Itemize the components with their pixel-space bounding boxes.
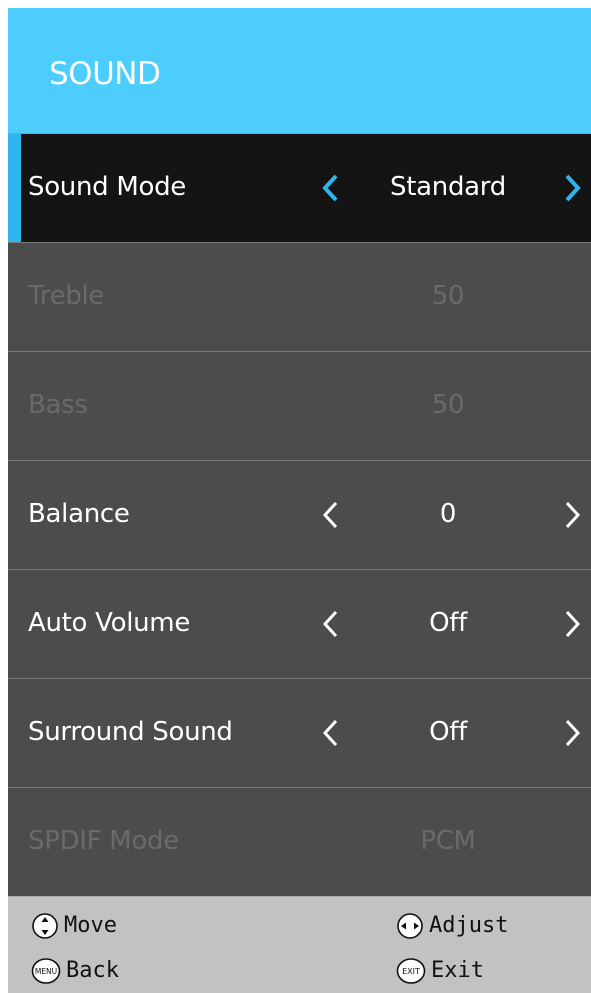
setting-value: PCM: [420, 826, 476, 856]
setting-value: Off: [429, 608, 467, 638]
chevron-left-icon[interactable]: [319, 715, 343, 751]
chevron-right-icon[interactable]: [560, 606, 584, 642]
chevron-right-icon[interactable]: [560, 715, 584, 751]
setting-row-balance[interactable]: Balance 0: [8, 460, 591, 569]
setting-label: Surround Sound: [28, 717, 233, 747]
setting-value: Off: [429, 717, 467, 747]
setting-row-bass: Bass 50: [8, 351, 591, 460]
chevron-right-icon[interactable]: [560, 170, 584, 206]
hint-label: Adjust: [429, 913, 509, 938]
menu-title: SOUND: [49, 56, 161, 92]
menu-icon-text: MENU: [35, 967, 57, 976]
exit-icon-text: EXIT: [402, 967, 420, 976]
menu-header: SOUND: [8, 8, 591, 133]
hint-label: Back: [66, 958, 119, 983]
hint-label: Move: [64, 913, 117, 938]
setting-value: 0: [439, 499, 457, 529]
hint-move: Move: [31, 912, 117, 940]
hint-adjust: Adjust: [396, 912, 508, 940]
setting-label: Treble: [28, 281, 105, 311]
setting-label: Sound Mode: [28, 172, 186, 202]
up-down-icon: [31, 912, 59, 940]
setting-row-sound-mode[interactable]: Sound Mode Standard: [8, 133, 591, 242]
setting-label: SPDIF Mode: [28, 826, 179, 856]
setting-label: Balance: [28, 499, 130, 529]
sound-menu: SOUND Sound Mode Standard Treble 50 Bass…: [8, 8, 591, 993]
chevron-left-icon[interactable]: [319, 170, 343, 206]
chevron-left-icon[interactable]: [319, 606, 343, 642]
setting-label: Auto Volume: [28, 608, 191, 638]
hint-label: Exit: [431, 958, 484, 983]
setting-value: Standard: [390, 172, 506, 202]
setting-value: 50: [431, 281, 465, 311]
setting-value: 50: [431, 390, 465, 420]
setting-row-spdif-mode: SPDIF Mode PCM: [8, 787, 591, 896]
setting-row-surround-sound[interactable]: Surround Sound Off: [8, 678, 591, 787]
key-hints-footer: Move MENU Back Adjust EXIT Exit: [8, 896, 591, 993]
left-right-icon: [396, 912, 424, 940]
hint-back: MENU Back: [31, 957, 119, 985]
settings-list: Sound Mode Standard Treble 50 Bass 50 Ba…: [8, 133, 591, 896]
setting-row-auto-volume[interactable]: Auto Volume Off: [8, 569, 591, 678]
chevron-left-icon[interactable]: [319, 497, 343, 533]
selection-marker: [8, 134, 21, 242]
menu-button-icon: MENU: [31, 957, 61, 985]
hint-exit: EXIT Exit: [396, 957, 484, 985]
setting-row-treble: Treble 50: [8, 242, 591, 351]
chevron-right-icon[interactable]: [560, 497, 584, 533]
setting-label: Bass: [28, 390, 88, 420]
exit-button-icon: EXIT: [396, 957, 426, 985]
